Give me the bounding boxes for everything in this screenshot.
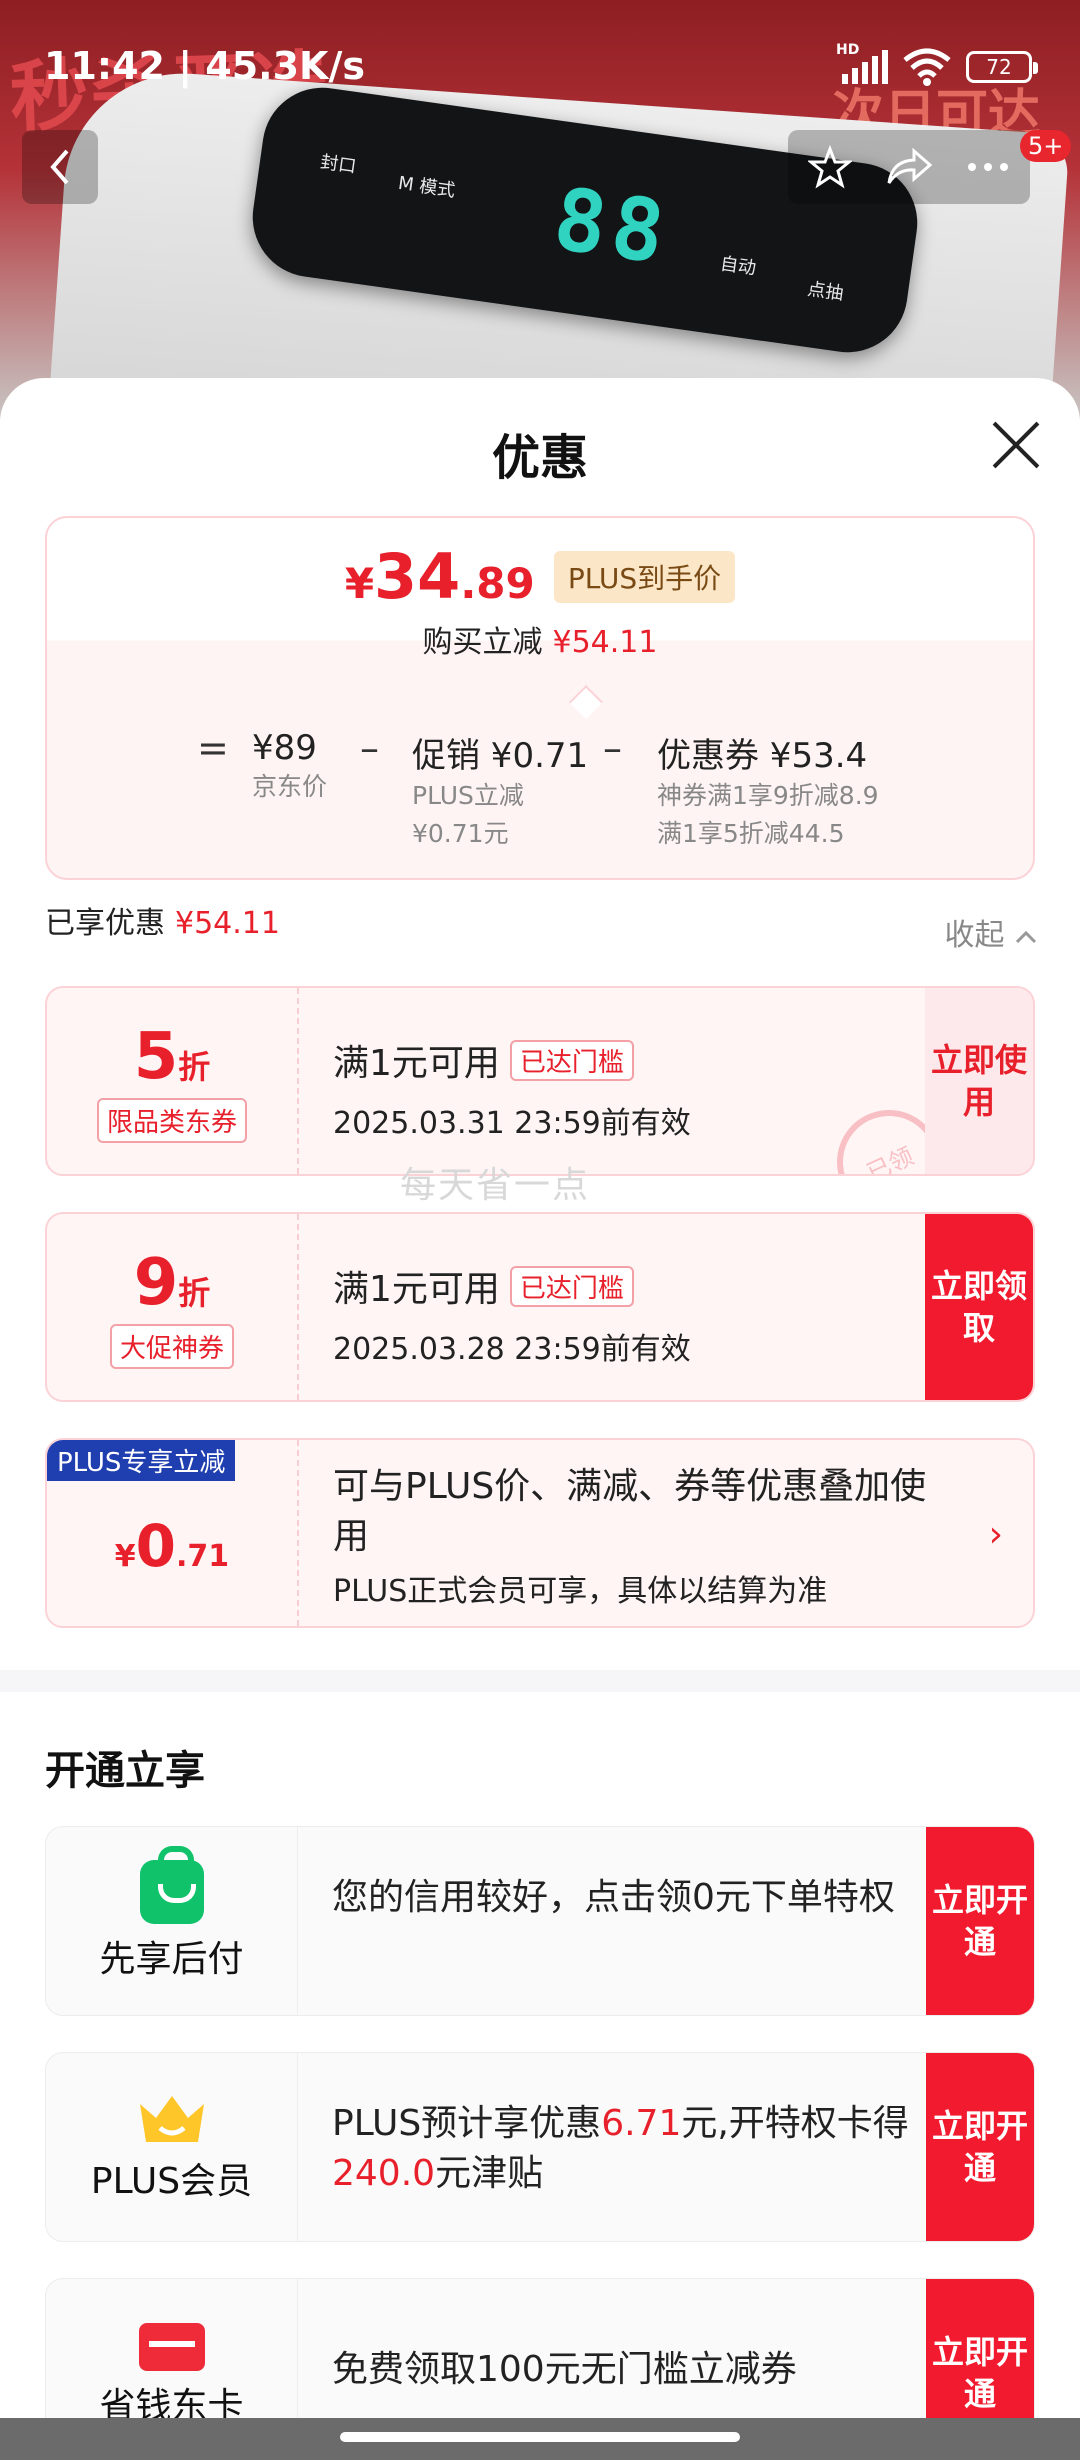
signal-icon: HD	[836, 42, 888, 84]
coupon-discount: 9折	[133, 1245, 211, 1320]
instant-discount: 购买立减 ¥54.11	[422, 625, 658, 660]
open-now-button[interactable]: 立即开通	[926, 2053, 1034, 2241]
back-button[interactable]	[22, 130, 98, 204]
panel-digits: 88	[547, 169, 677, 285]
share-icon[interactable]	[886, 147, 932, 187]
coupon-type-tag: 大促神券	[109, 1323, 234, 1369]
plus-discount-amount: ¥0.71	[114, 1512, 230, 1580]
battery-icon: 72	[966, 51, 1038, 83]
price-breakdown: = ¥89 京东价 – 促销 ¥0.71 PLUS立减 ¥0.71元 – 优惠券…	[47, 718, 1033, 878]
status-icons: HD 72	[836, 42, 1038, 86]
more-icon[interactable]	[966, 161, 1010, 173]
network-type: HD	[836, 42, 860, 58]
home-indicator-bar	[0, 2418, 1080, 2460]
threshold-met-badge: 已达门槛	[509, 1265, 634, 1307]
open-now-button[interactable]: 立即开通	[926, 1827, 1034, 2015]
panel-label: M 模式	[396, 172, 457, 202]
equals-sign: =	[197, 726, 229, 770]
discount-sheet: 优惠 ¥34.89 PLUS到手价 购买立减 ¥54.11 = ¥89 京东价 –…	[0, 378, 1080, 2460]
chevron-left-icon	[50, 149, 69, 185]
open-card-text: 您的信用较好，点击领0元下单特权	[332, 1877, 895, 1918]
star-icon[interactable]	[808, 145, 852, 189]
coupon-condition: 满1元可用	[333, 1269, 500, 1310]
chevron-up-icon	[1015, 930, 1037, 944]
shopping-bag-icon	[139, 1846, 204, 1924]
coupon-type-tag: 限品类东券	[96, 1097, 247, 1143]
product-actions	[788, 130, 1030, 204]
coupon-amount: 优惠券 ¥53.4 神券满1享9折减8.9 满1享5折减44.5	[657, 736, 879, 848]
sheet-title: 优惠	[491, 430, 588, 486]
claim-coupon-button[interactable]: 立即领取	[925, 1214, 1033, 1400]
price-summary-card: ¥34.89 PLUS到手价 购买立减 ¥54.11 = ¥89 京东价 – 促销…	[45, 516, 1035, 880]
chevron-right-icon: ›	[988, 1514, 1003, 1555]
coupon-card: 5折 限品类东券 满1元可用 已达门槛 2025.03.31 23:59前有效 已…	[45, 986, 1035, 1176]
section-title: 开通立享	[45, 1748, 205, 1794]
plus-discount-card[interactable]: PLUS专享立减 ¥0.71 可与PLUS价、满减、券等优惠叠加使用 PLUS正…	[45, 1438, 1035, 1628]
promo-amount: 促销 ¥0.71 PLUS立减 ¥0.71元	[412, 736, 589, 848]
panel-label: 封口	[319, 151, 358, 178]
use-coupon-button[interactable]: 立即使用	[925, 988, 1033, 1174]
plus-exclusive-tag: PLUS专享立减	[47, 1440, 236, 1481]
home-indicator[interactable]	[340, 2432, 740, 2442]
wifi-icon	[903, 48, 951, 86]
plus-note: PLUS正式会员可享，具体以结算为准	[333, 1574, 828, 1609]
panel-label: 自动	[718, 253, 758, 280]
section-divider	[0, 1670, 1080, 1692]
minus-sign: –	[603, 726, 622, 770]
pointer-arrow	[569, 685, 603, 719]
open-card-text: 免费领取100元无门槛立减券	[332, 2349, 797, 2390]
minus-sign: –	[360, 726, 379, 770]
enjoyed-discount: 已享优惠 ¥54.11	[45, 906, 280, 941]
panel-label: 点抽	[806, 278, 845, 305]
coupon-expiry: 2025.03.28 23:59前有效	[333, 1332, 691, 1367]
open-card-pay-later: 先享后付 您的信用较好，点击领0元下单特权 立即开通	[45, 1826, 1035, 2016]
final-price: ¥34.89	[344, 540, 535, 613]
more-badge: 5+	[1020, 130, 1072, 162]
coupon-condition: 满1元可用	[333, 1043, 500, 1084]
status-time: 11:42 | 45.3K/s	[44, 44, 365, 88]
open-card-label: PLUS会员	[90, 2161, 253, 2202]
plus-description: 可与PLUS价、满减、券等优惠叠加使用	[333, 1466, 927, 1557]
coupon-discount: 5折	[133, 1019, 211, 1094]
coupon-card: 9折 大促神券 满1元可用 已达门槛 2025.03.28 23:59前有效 立即…	[45, 1212, 1035, 1402]
jd-price: ¥89 京东价	[252, 728, 328, 801]
open-card-text: PLUS预计享优惠6.71元,开特权卡得240.0元津贴	[332, 2103, 909, 2194]
open-card-label: 先享后付	[99, 1939, 244, 1980]
open-card-plus: PLUS会员 PLUS预计享优惠6.71元,开特权卡得240.0元津贴 立即开通	[45, 2052, 1035, 2242]
status-bar: 11:42 | 45.3K/s HD 72	[0, 0, 1080, 130]
collapse-toggle[interactable]: 收起	[944, 910, 1038, 954]
crown-icon	[139, 2096, 204, 2142]
coupon-expiry: 2025.03.31 23:59前有效	[333, 1106, 691, 1141]
close-icon[interactable]	[990, 420, 1040, 470]
card-icon	[138, 2323, 205, 2371]
plus-price-tag: PLUS到手价	[553, 551, 736, 603]
threshold-met-badge: 已达门槛	[509, 1039, 634, 1081]
watermark: 每天省一点	[400, 1165, 591, 1206]
